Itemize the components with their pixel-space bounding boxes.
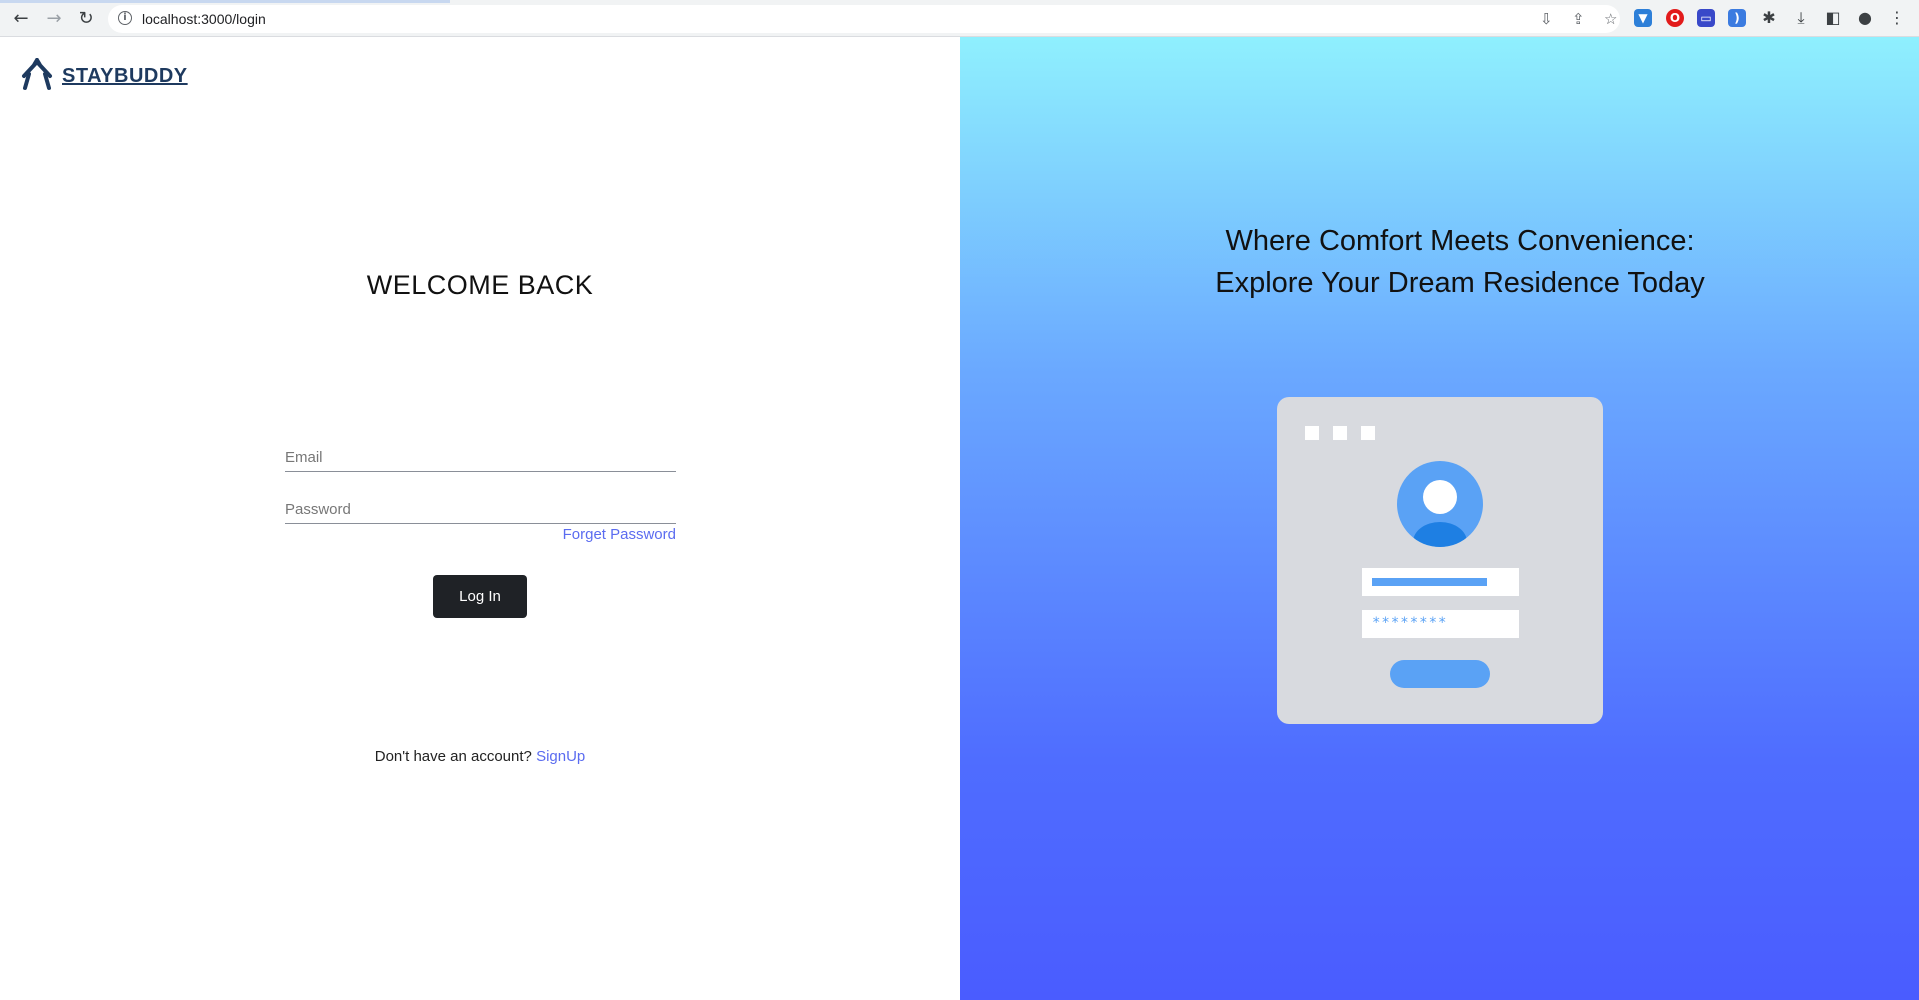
forget-password-link[interactable]: Forget Password [520,526,676,543]
illustration-password-mask: ******** [1372,615,1448,631]
address-bar[interactable]: i localhost:3000/login ⇩ ⇪ ☆ [108,5,1620,33]
extension-shield-icon[interactable]: ▼ [1634,9,1652,27]
window-dot [1361,426,1375,440]
tab-strip-accent [0,0,450,3]
bookmark-star-icon[interactable]: ☆ [1604,11,1617,27]
user-avatar-icon [1397,461,1483,547]
profile-avatar-icon[interactable]: ● [1855,8,1875,28]
page-title: WELCOME BACK [366,270,594,300]
house-logo-icon [22,58,52,90]
avatar-head [1423,480,1457,514]
hero-tagline: Where Comfort Meets Convenience: Explore… [1100,220,1820,304]
email-field[interactable] [285,445,676,469]
share-icon[interactable]: ⇪ [1572,11,1585,27]
email-field-wrapper [285,445,676,472]
forward-icon[interactable]: → [43,8,65,30]
login-illustration: ******** [1277,397,1603,724]
illustration-username-box [1362,568,1519,596]
brand-logo[interactable]: STAYBUDDY [20,58,188,94]
address-url[interactable]: localhost:3000/login [142,11,266,27]
extension-window-icon[interactable]: ▭ [1697,9,1715,27]
illustration-password-box: ******** [1362,610,1519,638]
avatar-body [1413,522,1467,547]
extension-waves-icon[interactable]: ) [1728,9,1746,27]
password-field-wrapper [285,497,676,524]
downloads-icon[interactable]: ⤓ [1791,8,1811,28]
extensions-puzzle-icon[interactable]: ✱ [1759,8,1779,28]
browser-menu-icon[interactable]: ⋮ [1887,8,1907,28]
brand-name[interactable]: STAYBUDDY [62,65,188,88]
illustration-button [1390,660,1490,688]
illustration-username-bar [1372,578,1487,586]
signup-link[interactable]: SignUp [536,748,585,765]
reload-icon[interactable]: ↻ [75,8,97,30]
signup-prompt-row: Don't have an account? SignUp [0,748,960,765]
extension-opera-icon[interactable]: O [1666,9,1684,27]
browser-toolbar: ← → ↻ i localhost:3000/login ⇩ ⇪ ☆ ▼ O ▭… [0,0,1919,37]
password-field[interactable] [285,497,676,521]
install-app-icon[interactable]: ⇩ [1540,11,1553,27]
tagline-line-2: Explore Your Dream Residence Today [1215,267,1705,299]
tagline-line-1: Where Comfort Meets Convenience: [1225,225,1695,257]
side-panel-icon[interactable]: ◧ [1823,8,1843,28]
window-dot [1305,426,1319,440]
login-button[interactable]: Log In [433,575,527,618]
signup-prompt-text: Don't have an account? [374,748,532,765]
window-dot [1333,426,1347,440]
site-info-icon[interactable]: i [118,11,132,25]
back-icon[interactable]: ← [10,8,32,30]
